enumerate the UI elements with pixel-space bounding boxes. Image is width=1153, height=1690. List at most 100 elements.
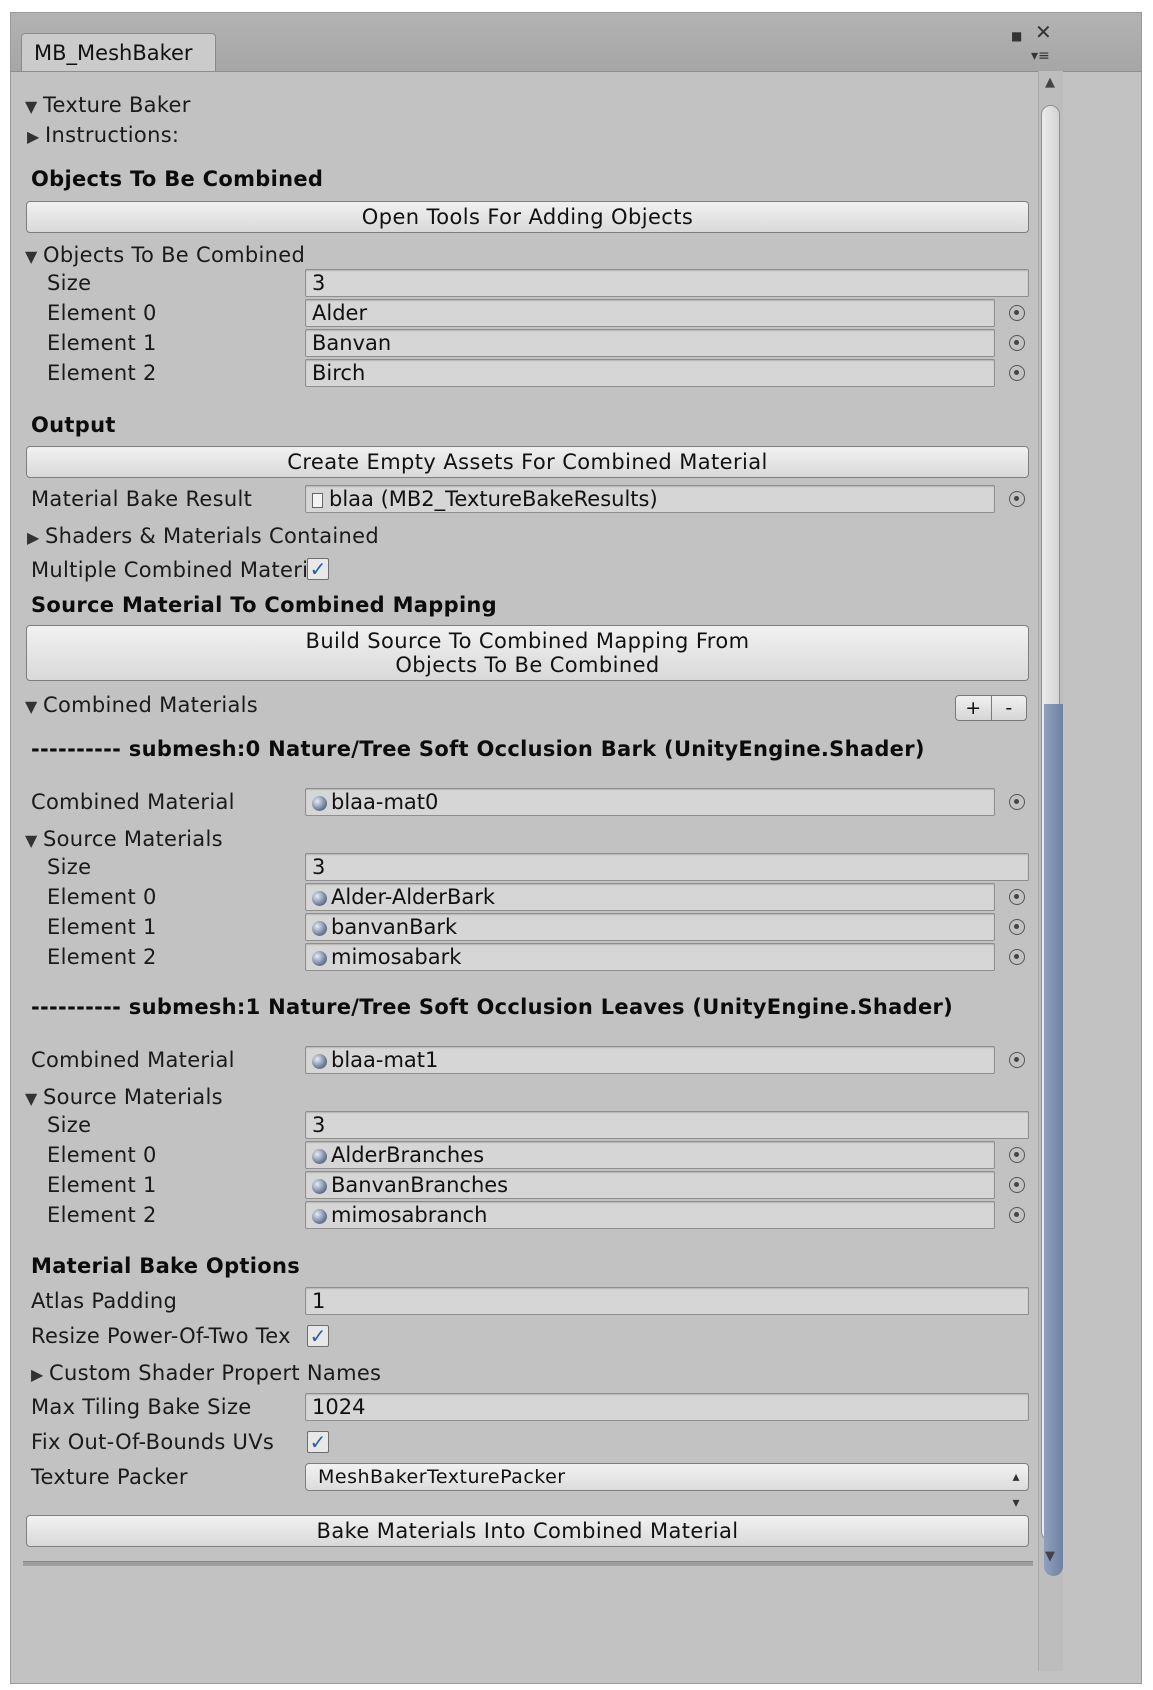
foldout-custom-shader[interactable]: ▶ Custom Shader Propert Names xyxy=(31,1361,381,1385)
build-mapping-button[interactable]: Build Source To Combined Mapping From Ob… xyxy=(26,625,1029,681)
element-label: Element 2 xyxy=(47,945,157,969)
material-value: banvanBark xyxy=(331,915,458,939)
object-field[interactable]: Banvan xyxy=(305,329,995,357)
element-label: Element 1 xyxy=(47,331,157,355)
object-picker-icon[interactable] xyxy=(1009,365,1025,381)
multiple-combined-label: Multiple Combined Materi xyxy=(31,558,309,582)
triangle-right-icon: ▶ xyxy=(27,528,40,547)
button-line: Objects To Be Combined xyxy=(395,653,660,677)
texture-packer-label: Texture Packer xyxy=(31,1465,188,1489)
size-field[interactable]: 3 xyxy=(305,269,1029,297)
object-picker-icon[interactable] xyxy=(1009,335,1025,351)
combined-material-field[interactable]: blaa-mat1 xyxy=(305,1046,995,1074)
scrollbar-thumb-highlight xyxy=(1044,704,1063,1576)
remove-button[interactable]: - xyxy=(992,696,1027,720)
size-field[interactable]: 3 xyxy=(305,853,1029,881)
material-field[interactable]: banvanBark xyxy=(305,913,995,941)
object-picker-icon[interactable] xyxy=(1009,1177,1025,1193)
tab-mb-meshbaker[interactable]: MB_MeshBaker xyxy=(21,33,216,71)
object-picker-icon[interactable] xyxy=(1009,794,1025,810)
triangle-down-icon: ▼ xyxy=(25,247,38,266)
foldout-label: Source Materials xyxy=(43,1085,223,1109)
element-label: Element 2 xyxy=(47,361,157,385)
create-assets-button[interactable]: Create Empty Assets For Combined Materia… xyxy=(26,446,1029,478)
close-icon[interactable]: ✕ xyxy=(1035,22,1052,42)
max-tiling-field[interactable]: 1024 xyxy=(305,1393,1029,1421)
scroll-up-icon[interactable]: ▲ xyxy=(1045,75,1055,90)
texture-packer-select[interactable]: MeshBakerTexturePacker ▴ ▾ xyxy=(305,1463,1029,1511)
combined-material-field[interactable]: blaa-mat0 xyxy=(305,788,995,816)
foldout-source-materials[interactable]: ▼ Source Materials xyxy=(25,1085,223,1109)
material-icon xyxy=(312,891,327,906)
foldout-shaders-materials[interactable]: ▶ Shaders & Materials Contained xyxy=(27,524,379,548)
material-value: mimosabark xyxy=(331,945,462,969)
element-label: Element 2 xyxy=(47,1203,157,1227)
material-field[interactable]: BanvanBranches xyxy=(305,1171,995,1199)
material-icon xyxy=(312,921,327,936)
triangle-right-icon: ▶ xyxy=(31,1365,44,1384)
resize-pot-checkbox[interactable]: ✓ xyxy=(307,1325,329,1347)
scrollbar-thumb[interactable] xyxy=(1041,105,1063,1576)
open-tools-button[interactable]: Open Tools For Adding Objects xyxy=(26,201,1029,233)
scroll-down-icon[interactable]: ▼ xyxy=(1045,1549,1055,1564)
material-field[interactable]: Alder-AlderBark xyxy=(305,883,995,911)
bottom-divider xyxy=(23,1561,1033,1566)
window-titlebar: MB_MeshBaker ■ ✕ ▾≡ xyxy=(11,13,1141,72)
section-header-objects: Objects To Be Combined xyxy=(31,167,324,191)
object-picker-icon[interactable] xyxy=(1009,305,1025,321)
material-field[interactable]: mimosabark xyxy=(305,943,995,971)
foldout-combined-materials[interactable]: ▼ Combined Materials xyxy=(25,693,258,717)
foldout-label: Custom Shader Propert Names xyxy=(49,1361,382,1385)
foldout-label: Texture Baker xyxy=(43,93,191,117)
add-remove-buttons: + - xyxy=(955,695,1027,721)
atlas-padding-field[interactable]: 1 xyxy=(305,1287,1029,1315)
section-header-mapping: Source Material To Combined Mapping xyxy=(31,593,498,617)
material-icon xyxy=(312,951,327,966)
object-picker-icon[interactable] xyxy=(1009,949,1025,965)
material-icon xyxy=(312,1179,327,1194)
triangle-down-icon: ▼ xyxy=(25,97,38,116)
menu-icon[interactable]: ▾≡ xyxy=(1031,47,1050,65)
object-picker-icon[interactable] xyxy=(1009,1052,1025,1068)
add-button[interactable]: + xyxy=(956,696,992,720)
object-picker-icon[interactable] xyxy=(1009,1147,1025,1163)
mesh-baker-window: MB_MeshBaker ■ ✕ ▾≡ ▼ Texture Baker ▶ Inst… xyxy=(10,12,1142,1684)
max-tiling-label: Max Tiling Bake Size xyxy=(31,1395,252,1419)
bake-materials-button[interactable]: Bake Materials Into Combined Material xyxy=(26,1515,1029,1547)
foldout-texture-baker[interactable]: ▼ Texture Baker xyxy=(25,93,191,117)
material-icon xyxy=(312,796,327,811)
material-value: blaa-mat0 xyxy=(331,790,439,814)
material-value: AlderBranches xyxy=(331,1143,485,1167)
bake-result-label: Material Bake Result xyxy=(31,487,253,511)
combined-material-label: Combined Material xyxy=(31,1048,235,1072)
element-label: Element 0 xyxy=(47,1143,157,1167)
size-label: Size xyxy=(47,1113,92,1137)
foldout-instructions[interactable]: ▶ Instructions: xyxy=(27,123,179,147)
object-field[interactable]: Alder xyxy=(305,299,995,327)
object-picker-icon[interactable] xyxy=(1009,889,1025,905)
object-field[interactable]: Birch xyxy=(305,359,995,387)
object-picker-icon[interactable] xyxy=(1009,919,1025,935)
foldout-label: Instructions: xyxy=(45,123,180,147)
section-header-output: Output xyxy=(31,413,116,437)
object-picker-icon[interactable] xyxy=(1009,1207,1025,1223)
vertical-scrollbar[interactable]: ▲ ▼ xyxy=(1038,71,1063,1671)
foldout-objects[interactable]: ▼ Objects To Be Combined xyxy=(25,243,305,267)
triangle-right-icon: ▶ xyxy=(27,127,40,146)
atlas-padding-label: Atlas Padding xyxy=(31,1289,178,1313)
material-value: Alder-AlderBark xyxy=(331,885,496,909)
size-field[interactable]: 3 xyxy=(305,1111,1029,1139)
fix-uvs-checkbox[interactable]: ✓ xyxy=(307,1431,329,1453)
foldout-source-materials[interactable]: ▼ Source Materials xyxy=(25,827,223,851)
material-icon xyxy=(312,1149,327,1164)
bake-result-field[interactable]: blaa (MB2_TextureBakeResults) xyxy=(305,485,995,513)
asset-icon xyxy=(312,493,323,508)
multiple-combined-checkbox[interactable]: ✓ xyxy=(307,558,329,580)
foldout-label: Source Materials xyxy=(43,827,223,851)
material-field[interactable]: AlderBranches xyxy=(305,1141,995,1169)
material-icon xyxy=(312,1209,327,1224)
maximize-icon[interactable]: ■ xyxy=(1011,27,1022,45)
object-picker-icon[interactable] xyxy=(1009,491,1025,507)
material-value: BanvanBranches xyxy=(331,1173,509,1197)
material-field[interactable]: mimosabranch xyxy=(305,1201,995,1229)
